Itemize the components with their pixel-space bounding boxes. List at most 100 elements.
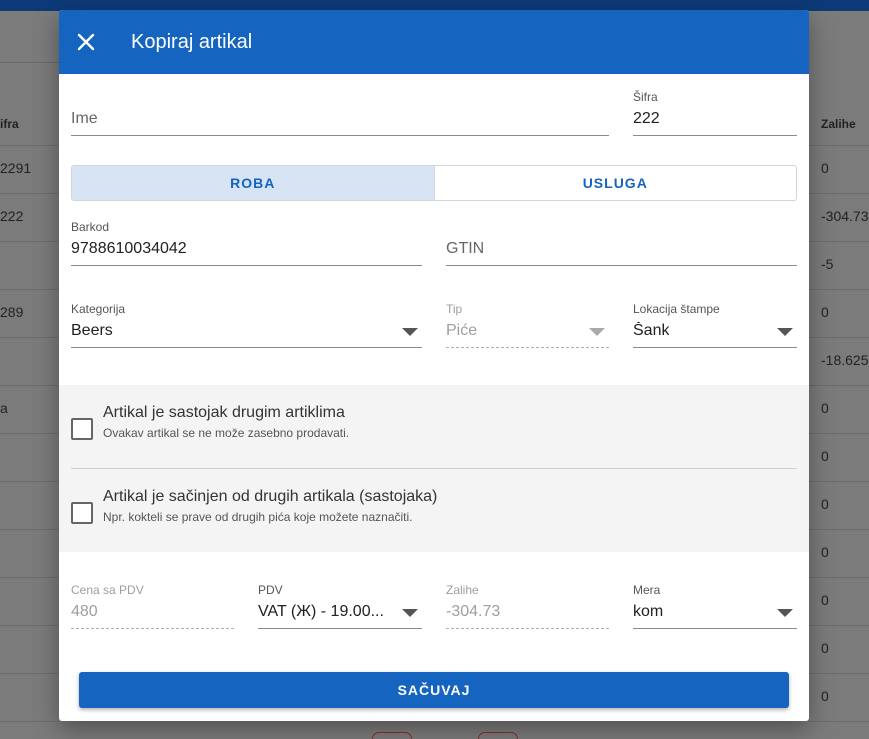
price-field: Cena sa PDV 480: [71, 583, 234, 629]
background-row-divider: [809, 433, 869, 434]
background-pagination-pill: [372, 732, 412, 739]
chevron-down-icon: [589, 328, 605, 336]
background-cell-stock: 0: [821, 448, 829, 464]
gtin-placeholder: GTIN: [446, 240, 485, 257]
background-row-divider: [809, 625, 869, 626]
background-cell-code: 289: [0, 304, 24, 320]
print-location-select[interactable]: Lokacija štampe Šank: [633, 302, 797, 348]
background-row-divider: [809, 481, 869, 482]
code-label: Šifra: [633, 90, 658, 104]
background-row-divider: [809, 289, 869, 290]
background-row-divider: [809, 337, 869, 338]
background-cell-stock: 0: [821, 496, 829, 512]
stock-field: Zalihe -304.73: [446, 583, 609, 629]
background-row-divider: [0, 481, 59, 482]
background-row-divider: [0, 577, 59, 578]
background-pagination-pill: [478, 732, 518, 739]
chevron-down-icon: [777, 328, 793, 336]
background-divider: [0, 62, 59, 63]
background-cell-stock: 0: [821, 304, 829, 320]
code-value: 222: [633, 110, 660, 127]
background-cell-code: 222: [0, 208, 24, 224]
toggle-goods[interactable]: ROBA: [72, 166, 434, 200]
copy-item-dialog: Kopiraj artikal Ime Šifra 222 ROBA USLUG…: [59, 10, 809, 721]
background-cell-stock: 0: [821, 592, 829, 608]
barcode-label: Barkod: [71, 220, 110, 234]
print-location-value: Šank: [633, 322, 670, 339]
category-select[interactable]: Kategorija Beers: [71, 302, 422, 348]
background-row-divider: [809, 577, 869, 578]
dialog-title: Kopiraj artikal: [131, 30, 253, 53]
vat-select[interactable]: PDV VAT (Ж) - 19.00...: [258, 583, 422, 629]
unit-value: kom: [633, 603, 664, 620]
background-row-divider: [0, 145, 59, 146]
background-row-divider: [809, 193, 869, 194]
unit-label: Mera: [633, 583, 661, 597]
background-row-divider: [809, 673, 869, 674]
chevron-down-icon: [777, 609, 793, 617]
background-row-divider: [0, 337, 59, 338]
section-divider: [71, 468, 797, 469]
background-row-divider: [0, 625, 59, 626]
stock-value: -304.73: [446, 603, 501, 620]
background-row-divider: [0, 385, 59, 386]
background-row-divider: [0, 433, 59, 434]
item-type-toggle: ROBA USLUGA: [71, 165, 797, 201]
background-row-divider: [0, 673, 59, 674]
background-cell-stock: -18.625: [821, 352, 869, 368]
background-cell-stock: 0: [821, 640, 829, 656]
chevron-down-icon: [402, 609, 418, 617]
barcode-value: 9788610034042: [71, 240, 187, 257]
background-cell-stock: 0: [821, 544, 829, 560]
stock-label: Zalihe: [446, 583, 479, 597]
background-cell-code: a: [0, 400, 8, 416]
background-row-divider: [809, 241, 869, 242]
print-location-label: Lokacija štampe: [633, 302, 720, 316]
code-field[interactable]: Šifra 222: [633, 90, 797, 136]
composite-option: Artikal je sačinjen od drugih artikala (…: [71, 488, 437, 524]
background-cell-stock: -5: [821, 256, 834, 272]
vat-value: VAT (Ж) - 19.00...: [258, 603, 384, 620]
save-button[interactable]: SAČUVAJ: [79, 672, 789, 708]
background-row-divider: [0, 529, 59, 530]
category-value: Beers: [71, 322, 113, 339]
ingredient-option: Artikal je sastojak drugim artiklima Ova…: [71, 404, 349, 440]
composite-option-subtitle: Npr. kokteli se prave od drugih pića koj…: [103, 510, 413, 524]
toggle-service[interactable]: USLUGA: [433, 166, 797, 200]
background-row-divider: [809, 529, 869, 530]
background-cell-stock: 0: [821, 160, 829, 176]
background-cell-stock: 0: [821, 400, 829, 416]
price-value: 480: [71, 603, 98, 620]
background-column-header-code: ifra: [0, 117, 19, 131]
background-row-divider: [809, 385, 869, 386]
ingredient-option-subtitle: Ovakav artikal se ne može zasebno prodav…: [103, 426, 350, 440]
close-icon: [77, 33, 95, 51]
ingredient-option-title: Artikal je sastojak drugim artiklima: [103, 404, 345, 421]
barcode-field[interactable]: Barkod 9788610034042: [71, 220, 422, 266]
background-row-divider: [809, 721, 869, 722]
background-row-divider: [0, 289, 59, 290]
background-row-divider: [0, 721, 59, 722]
composite-checkbox[interactable]: [71, 502, 93, 524]
background-cell-code: 2291: [0, 160, 32, 176]
background-cell-stock: -304.73: [821, 208, 869, 224]
ingredient-checkbox[interactable]: [71, 418, 93, 440]
type-label: Tip: [446, 302, 463, 316]
category-label: Kategorija: [71, 302, 126, 316]
background-row-divider: [809, 145, 869, 146]
name-field[interactable]: Ime: [71, 96, 609, 136]
dialog-header: Kopiraj artikal: [59, 10, 809, 74]
background-row-divider: [0, 241, 59, 242]
type-value: Piće: [446, 322, 478, 339]
name-placeholder: Ime: [71, 110, 98, 127]
vat-label: PDV: [258, 583, 283, 597]
background-cell-stock: 0: [821, 688, 829, 704]
close-button[interactable]: [59, 10, 113, 74]
gtin-field[interactable]: GTIN: [446, 226, 797, 266]
chevron-down-icon: [402, 328, 418, 336]
background-column-header-stock: Zalihe: [821, 117, 856, 131]
unit-select[interactable]: Mera kom: [633, 583, 797, 629]
background-row-divider: [0, 193, 59, 194]
price-label: Cena sa PDV: [71, 583, 144, 597]
composite-option-title: Artikal je sačinjen od drugih artikala (…: [103, 488, 438, 505]
